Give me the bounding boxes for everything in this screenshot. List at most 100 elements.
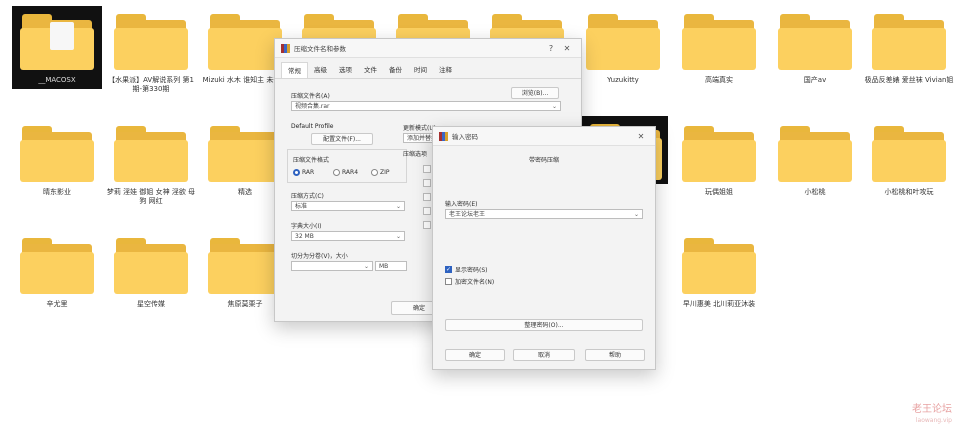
folder-item[interactable]: 玩偶姐姐 <box>674 124 764 197</box>
folder-icon <box>682 12 756 70</box>
folder-item[interactable]: Yuzukitty <box>578 12 668 85</box>
folder-icon <box>208 236 282 294</box>
archive-format-label: 压缩文件格式 <box>293 157 330 164</box>
option-checkbox[interactable] <box>423 221 431 229</box>
folder-label: 国产av <box>803 76 827 84</box>
dialog-title: 压缩文件名和参数 <box>294 45 346 53</box>
folder-label: 辛尤里 <box>46 300 68 308</box>
compression-method-label: 压缩方式(C) <box>291 193 324 200</box>
folder-item[interactable]: 【水果派】AV解说系列 第1期-第330期 <box>106 12 196 94</box>
split-unit-value: MB <box>379 263 389 270</box>
folder-item[interactable]: 极品反差婊 爱丝袜 Vivian姐 <box>864 12 954 85</box>
dialog-title: 输入密码 <box>452 133 478 141</box>
tab-bar: 常规 高级 选项 文件 备份 时间 注释 <box>275 58 581 79</box>
archive-name-input[interactable]: 视频合集.rar ⌄ <box>291 101 561 111</box>
split-unit-select[interactable]: MB <box>375 261 407 271</box>
folder-label: 晴东影业 <box>43 188 71 196</box>
close-icon[interactable]: ✕ <box>559 44 575 53</box>
folder-item[interactable]: 晴东影业 <box>12 124 102 197</box>
dictionary-size-value: 32 MB <box>295 233 314 240</box>
watermark-text: 老王论坛 <box>912 404 952 415</box>
folder-label: 小松桃 <box>804 188 826 196</box>
tab-options[interactable]: 选项 <box>333 62 358 78</box>
format-rar4-label: RAR4 <box>342 169 359 176</box>
folder-label: 星空传媒 <box>137 300 165 308</box>
folder-item[interactable]: 辛尤里 <box>12 236 102 309</box>
folder-icon <box>208 124 282 182</box>
help-button[interactable]: ? <box>543 44 559 53</box>
tab-advanced[interactable]: 高级 <box>308 62 333 78</box>
profiles-button[interactable]: 配置文件(F)... <box>311 133 373 145</box>
folder-icon <box>114 124 188 182</box>
close-icon[interactable]: ✕ <box>633 132 649 141</box>
option-checkbox[interactable] <box>423 165 431 173</box>
chevron-down-icon: ⌄ <box>395 233 401 240</box>
tab-general[interactable]: 常规 <box>281 62 308 78</box>
radio-selected-icon <box>293 169 300 176</box>
password-value: 老王论坛老王 <box>449 211 486 218</box>
folder-icon <box>20 12 94 70</box>
format-rar-label: RAR <box>302 169 315 176</box>
folder-item[interactable]: 早川惠美 北川莉亚沐装 <box>674 236 764 309</box>
folder-icon <box>20 124 94 182</box>
folder-label: 玩偶姐姐 <box>705 188 733 196</box>
folder-macosx[interactable]: __MACOSX <box>12 6 102 89</box>
organize-passwords-button[interactable]: 整理密码(O)... <box>445 319 643 331</box>
folder-label: 极品反差婊 爱丝袜 Vivian姐 <box>864 76 954 84</box>
folder-label: 小松桃和叶攻玩 <box>884 188 934 196</box>
show-password-checkbox[interactable]: ✓ 显示密码(S) <box>445 265 488 274</box>
compression-method-select[interactable]: 标准 ⌄ <box>291 201 405 211</box>
tab-comment[interactable]: 注释 <box>433 62 458 78</box>
folder-item[interactable]: 小松桃和叶攻玩 <box>864 124 954 197</box>
dictionary-size-select[interactable]: 32 MB ⌄ <box>291 231 405 241</box>
browse-button[interactable]: 浏览(B)... <box>511 87 559 99</box>
show-password-label: 显示密码(S) <box>455 267 488 274</box>
folder-icon <box>778 124 852 182</box>
folder-icon <box>872 12 946 70</box>
format-rar-radio[interactable]: RAR <box>293 169 314 176</box>
folder-item[interactable]: 小松桃 <box>770 124 860 197</box>
checkmark-icon: ✓ <box>445 266 452 273</box>
option-checkbox[interactable] <box>423 193 431 201</box>
format-zip-label: ZIP <box>380 169 390 176</box>
option-checkbox[interactable] <box>423 179 431 187</box>
folder-icon <box>778 12 852 70</box>
dialog-titlebar: 压缩文件名和参数 ? ✕ <box>275 39 581 58</box>
tab-files[interactable]: 文件 <box>358 62 383 78</box>
folder-label: 梦莉 淫娃 御姐 女神 淫欲 母狗 网红 <box>106 188 196 205</box>
cancel-button[interactable]: 取消 <box>513 349 575 361</box>
password-input[interactable]: 老王论坛老王 ⌄ <box>445 209 643 219</box>
folder-item[interactable]: 高端真实 <box>674 12 764 85</box>
folder-item[interactable]: 梦莉 淫娃 御姐 女神 淫欲 母狗 网红 <box>106 124 196 206</box>
format-zip-radio[interactable]: ZIP <box>371 169 390 176</box>
tab-backup[interactable]: 备份 <box>383 62 408 78</box>
folder-icon <box>872 124 946 182</box>
watermark: 老王论坛 laowang.vip <box>912 404 952 426</box>
tab-time[interactable]: 时间 <box>408 62 433 78</box>
folder-label: 【水果派】AV解说系列 第1期-第330期 <box>108 76 194 93</box>
chevron-down-icon: ⌄ <box>395 203 401 210</box>
folder-item[interactable]: 国产av <box>770 12 860 85</box>
archive-name-label: 压缩文件名(A) <box>291 93 330 100</box>
archive-options-label: 压缩选项 <box>403 151 428 158</box>
dictionary-size-label: 字典大小(I) <box>291 223 322 230</box>
ok-button[interactable]: 确定 <box>445 349 505 361</box>
folder-icon <box>586 12 660 70</box>
folder-item[interactable]: 星空传媒 <box>106 236 196 309</box>
archive-name-value: 视频合集.rar <box>295 103 330 110</box>
split-size-input[interactable]: ⌄ <box>291 261 373 271</box>
folder-label: Yuzukitty <box>607 76 639 84</box>
radio-icon <box>371 169 378 176</box>
folder-label: 早川惠美 北川莉亚沐装 <box>682 300 756 308</box>
folder-icon <box>208 12 282 70</box>
folder-label: 高端真实 <box>705 76 733 84</box>
enter-password-label: 输入密码(E) <box>445 201 478 208</box>
help-button[interactable]: 帮助 <box>585 349 645 361</box>
format-rar4-radio[interactable]: RAR4 <box>333 169 358 176</box>
watermark-url: laowang.vip <box>915 417 952 424</box>
chevron-down-icon: ⌄ <box>363 263 369 270</box>
folder-label: __MACOSX <box>38 76 76 84</box>
encrypt-filenames-checkbox[interactable]: 加密文件名(N) <box>445 277 494 286</box>
enter-password-dialog: 输入密码 ✕ 带密码压缩 输入密码(E) 老王论坛老王 ⌄ ✓ 显示密码(S) … <box>432 126 656 370</box>
option-checkbox[interactable] <box>423 207 431 215</box>
